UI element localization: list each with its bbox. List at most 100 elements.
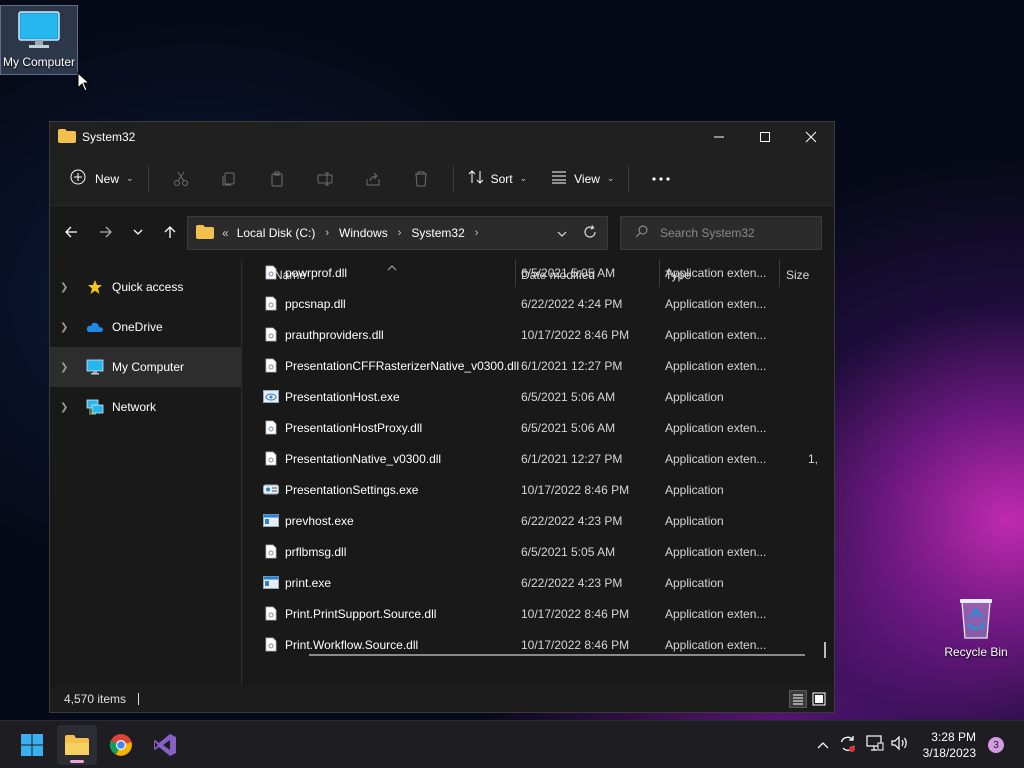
paste-icon[interactable] (261, 163, 293, 195)
chevron-up-icon[interactable] (817, 738, 829, 752)
dll-file-icon (263, 265, 279, 280)
chevron-right-icon[interactable]: › (475, 227, 479, 239)
file-name-cell: prauthproviders.dll (263, 327, 384, 342)
breadcrumb-overflow[interactable]: « (222, 226, 229, 240)
desktop-icon-my-computer[interactable]: My Computer (0, 5, 78, 75)
horizontal-scrollbar[interactable] (309, 654, 805, 656)
sidebar-item-onedrive[interactable]: ❯ OneDrive (50, 307, 241, 347)
sync-icon[interactable] (838, 734, 858, 757)
toolbar-separator (628, 165, 630, 192)
address-bar[interactable]: « Local Disk (C:) › Windows › System32 › (187, 216, 608, 250)
taskbar-file-explorer[interactable] (57, 725, 97, 765)
breadcrumb-windows[interactable]: Windows (339, 226, 388, 240)
file-name: PresentationNative_v0300.dll (285, 451, 442, 466)
maximize-button[interactable] (742, 122, 788, 152)
file-list: Name Date modified Type Size powrprof.dl… (243, 259, 834, 688)
network-status-icon[interactable] (866, 735, 884, 754)
active-indicator (70, 760, 84, 763)
file-row[interactable]: prflbmsg.dll 6/5/2021 5:05 AM Application … (243, 536, 834, 567)
taskbar: 3:28 PM 3/18/2023 3 (0, 720, 1024, 768)
view-button[interactable]: View ⌄ (545, 163, 620, 195)
file-type: Application exten... (665, 358, 767, 373)
file-row[interactable]: ppcsnap.dll 6/22/2022 4:24 PM Application … (243, 288, 834, 319)
minimize-button[interactable] (696, 122, 742, 152)
sidebar-item-label: Network (112, 400, 157, 414)
view-icon (551, 169, 567, 188)
search-box[interactable] (620, 216, 822, 250)
more-options-icon[interactable] (645, 163, 677, 195)
file-date: 10/17/2022 8:46 PM (521, 327, 630, 342)
share-icon[interactable] (357, 163, 389, 195)
file-name: print.exe (285, 575, 332, 590)
file-name: PresentationCFFRasterizerNative_v0300.dl… (285, 358, 520, 373)
address-dropdown-button[interactable] (557, 227, 567, 241)
new-button[interactable]: New ⌄ (64, 163, 140, 195)
application-icon (263, 576, 279, 589)
back-button[interactable] (55, 216, 87, 248)
chevron-right-icon[interactable]: › (325, 227, 329, 239)
navigation-pane: ❯ Quick access ❯ OneDrive ❯ My Computer … (50, 259, 242, 688)
file-row[interactable]: PresentationNative_v0300.dll 6/1/2021 12:… (243, 443, 834, 474)
file-name-cell: prflbmsg.dll (263, 544, 346, 559)
cloud-icon (84, 321, 106, 333)
chevron-right-icon[interactable]: ❯ (60, 402, 78, 413)
breadcrumb-system32[interactable]: System32 (411, 226, 464, 240)
plus-circle-icon (70, 169, 86, 188)
file-row[interactable]: PresentationCFFRasterizerNative_v0300.dl… (243, 350, 834, 381)
notification-badge[interactable]: 3 (988, 737, 1004, 753)
file-row[interactable]: PresentationHostProxy.dll 6/5/2021 5:06 A… (243, 412, 834, 443)
refresh-icon[interactable] (583, 225, 597, 242)
delete-icon[interactable] (405, 163, 437, 195)
dll-file-icon (263, 606, 279, 621)
chevron-down-icon: ⌄ (519, 173, 528, 183)
close-button[interactable] (788, 122, 834, 152)
recent-locations-button[interactable] (122, 216, 154, 248)
volume-icon[interactable] (891, 735, 909, 754)
title-bar[interactable]: System32 (50, 122, 834, 152)
file-name-cell: powrprof.dll (263, 265, 347, 280)
application-icon (263, 514, 279, 527)
chevron-right-icon[interactable]: › (398, 227, 402, 239)
desktop-icon-label: My Computer (2, 55, 76, 69)
desktop-icon-recycle-bin[interactable]: Recycle Bin (937, 596, 1015, 666)
forward-button[interactable] (90, 216, 122, 248)
sidebar-item-quick-access[interactable]: ❯ Quick access (50, 267, 241, 307)
file-row[interactable]: PresentationHost.exe 6/5/2021 5:06 AM Appl… (243, 381, 834, 412)
chevron-right-icon[interactable]: ❯ (60, 362, 78, 373)
chevron-right-icon[interactable]: ❯ (60, 282, 78, 293)
file-name-cell: ppcsnap.dll (263, 296, 346, 311)
desktop-icon-label: Recycle Bin (944, 645, 1008, 659)
taskbar-visual-studio[interactable] (145, 725, 185, 765)
breadcrumb-local-disk[interactable]: Local Disk (C:) (237, 226, 316, 240)
file-row[interactable]: prevhost.exe 6/22/2022 4:23 PM Application (243, 505, 834, 536)
sort-button[interactable]: Sort ⌄ (462, 163, 534, 195)
rename-icon[interactable] (309, 163, 341, 195)
tiles-view-icon[interactable] (810, 690, 828, 708)
sidebar-item-label: OneDrive (112, 320, 163, 334)
file-type: Application (665, 575, 724, 590)
search-input[interactable] (660, 226, 810, 240)
file-type: Application (665, 482, 724, 497)
file-name: Print.Workflow.Source.dll (285, 637, 419, 652)
details-view-icon[interactable] (789, 690, 807, 708)
cut-icon[interactable] (165, 163, 197, 195)
chevron-down-icon: ⌄ (126, 173, 134, 183)
system-clock[interactable]: 3:28 PM 3/18/2023 (923, 729, 976, 761)
sidebar-item-network[interactable]: ❯ Network (50, 387, 241, 427)
file-row[interactable]: powrprof.dll 6/5/2021 5:05 AM Application … (243, 259, 834, 288)
file-date: 6/1/2021 12:27 PM (521, 358, 623, 373)
file-row[interactable]: print.exe 6/22/2022 4:23 PM Application (243, 567, 834, 598)
up-button[interactable] (154, 216, 186, 248)
file-name: prevhost.exe (285, 513, 354, 528)
sidebar-item-my-computer[interactable]: ❯ My Computer (50, 347, 241, 387)
file-row[interactable]: PresentationSettings.exe 10/17/2022 8:46 … (243, 474, 834, 505)
file-name-cell: prevhost.exe (263, 514, 354, 528)
vertical-scrollbar[interactable] (824, 642, 826, 658)
command-bar: New ⌄ Sort ⌄ View ⌄ (50, 152, 834, 206)
file-row[interactable]: Print.PrintSupport.Source.dll 10/17/2022 … (243, 598, 834, 629)
chevron-right-icon[interactable]: ❯ (60, 322, 78, 333)
file-row[interactable]: prauthproviders.dll 10/17/2022 8:46 PM App… (243, 319, 834, 350)
copy-icon[interactable] (213, 163, 245, 195)
taskbar-chrome[interactable] (101, 725, 141, 765)
start-button[interactable] (12, 725, 52, 765)
